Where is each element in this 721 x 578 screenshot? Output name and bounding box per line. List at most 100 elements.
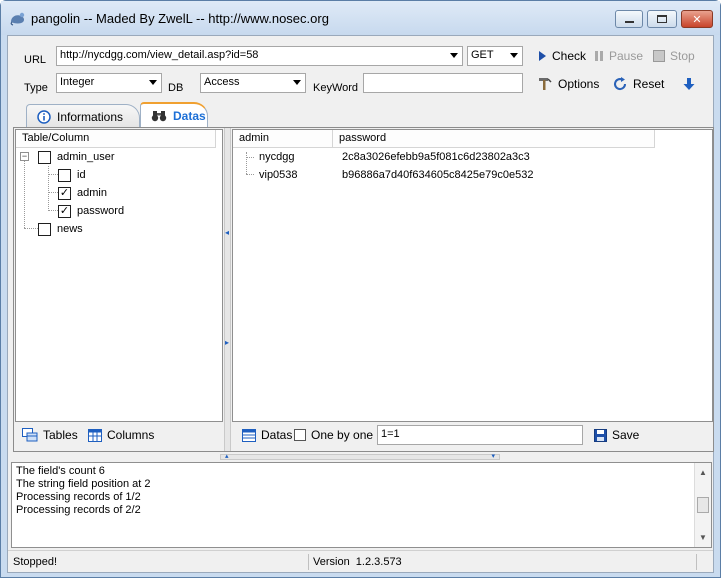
type-label: Type [24,82,48,94]
status-version: Version 1.2.3.573 [313,556,402,568]
type-value: Integer [60,76,95,88]
db-select[interactable]: Access [200,73,306,93]
options-label: Options [558,77,600,91]
log-line: Processing records of 1/2 [16,491,141,503]
tab-informations[interactable]: Informations [26,104,140,128]
db-value: Access [204,76,240,88]
tree-connector [48,166,49,211]
checkbox[interactable] [294,429,306,441]
tables-label: Tables [43,428,78,442]
expand-collapse-icon[interactable]: − [20,152,29,161]
keyword-input[interactable] [363,73,523,93]
options-button[interactable]: Options [537,74,599,94]
one-by-one-label: One by one [311,428,374,442]
download-button[interactable] [683,74,695,94]
horizontal-splitter[interactable]: ▴ ▾ [220,453,500,460]
grid-column-header[interactable]: password [333,130,655,148]
table-column-tree[interactable]: Table/Column − admin_user id ✓ admin ✓ p… [15,129,223,422]
tree-node-label: news [57,223,83,235]
tab-datas[interactable]: Datas [140,102,208,128]
checkbox[interactable] [38,150,51,164]
play-icon [539,51,546,61]
grid-cell-admin: nycdgg [259,151,295,163]
tree-header: Table/Column [16,130,216,148]
close-button[interactable]: ✕ [681,10,713,28]
url-input[interactable]: http://nycdgg.com/view_detail.asp?id=58 [56,46,463,66]
tables-button[interactable]: Tables [22,422,78,448]
splitter-arrow-icon: ◂ [225,228,230,237]
scroll-thumb[interactable] [697,497,709,513]
reset-button[interactable]: Reset [612,74,664,94]
tree-connector [48,210,58,211]
chevron-down-icon [510,53,518,58]
grid-column-header[interactable]: admin [233,130,333,148]
tree-connector [24,228,38,229]
arrow-down-icon [683,78,695,90]
minimize-button[interactable] [615,10,643,28]
columns-button[interactable]: Columns [88,422,154,448]
tools-icon [539,78,552,90]
chevron-down-icon [149,80,157,85]
tree-connector [48,174,58,175]
refresh-icon [614,77,627,91]
scroll-down-icon[interactable]: ▼ [696,529,710,545]
floppy-disk-icon [594,428,607,442]
stop-icon [653,50,665,62]
tab-datas-label: Datas [173,109,206,123]
db-label: DB [168,82,184,94]
grid-cell-password: b96886a7d40f634605c8425e79c0e532 [342,169,534,181]
splitter-arrow-icon: ▸ [225,338,230,347]
status-divider [308,554,309,570]
datas-panel: Table/Column − admin_user id ✓ admin ✓ p… [13,127,714,452]
stop-button[interactable]: Stop [653,46,695,66]
status-bar: Stopped! Version 1.2.3.573 [8,550,713,572]
condition-input[interactable]: 1=1 [377,425,583,445]
save-button[interactable]: Save [594,422,639,448]
status-state: Stopped! [13,556,58,568]
checkbox-checked[interactable]: ✓ [58,186,71,200]
tree-node-id[interactable]: id [58,166,86,184]
url-value: http://nycdgg.com/view_detail.asp?id=58 [60,49,259,61]
reset-label: Reset [633,77,665,91]
tree-node-label: id [77,169,86,181]
pause-icon [595,51,603,61]
tree-node-admin-user[interactable]: admin_user [38,148,114,166]
maximize-icon [657,15,667,23]
check-label: Check [552,49,587,63]
pause-label: Pause [609,49,644,63]
splitter-arrow-icon: ▴ [225,453,229,460]
data-grid[interactable]: admin password nycdgg 2c8a3026efebb9a5f0… [232,129,713,422]
title-bar[interactable]: pangolin -- Maded By ZwelL -- http://www… [1,1,720,35]
pause-button[interactable]: Pause [594,46,643,66]
tree-node-label: password [77,205,125,217]
tree-connector [24,158,25,228]
log-output[interactable]: The field's count 6 The string field pos… [11,462,712,548]
minimize-icon [624,21,634,23]
columns-label: Columns [107,428,155,442]
tree-node-password[interactable]: ✓ password [58,202,124,220]
maximize-button[interactable] [647,10,677,28]
status-divider [696,554,697,570]
url-label: URL [24,54,47,66]
scroll-up-icon[interactable]: ▲ [696,464,710,480]
stop-label: Stop [670,49,695,63]
log-scrollbar[interactable]: ▲ ▼ [694,463,711,547]
datas-button[interactable]: Datas [242,422,292,448]
chevron-down-icon [450,53,458,58]
save-label: Save [612,428,640,442]
type-select[interactable]: Integer [56,73,162,93]
chevron-down-icon [293,80,301,85]
grid-cell-password: 2c8a3026efebb9a5f081c6d23802a3c3 [342,151,530,163]
keyword-label: KeyWord [313,82,359,94]
method-value: GET [471,49,494,61]
method-select[interactable]: GET [467,46,523,66]
tree-node-news[interactable]: news [38,220,83,238]
checkbox-checked[interactable]: ✓ [58,204,71,218]
close-icon: ✕ [692,13,702,26]
check-button[interactable]: Check [538,46,586,66]
one-by-one-checkbox[interactable]: One by one [294,422,373,448]
checkbox[interactable] [38,222,51,236]
tree-node-admin[interactable]: ✓ admin [58,184,107,202]
checkbox[interactable] [58,168,71,182]
vertical-splitter[interactable]: ◂ ▸ [224,128,231,451]
